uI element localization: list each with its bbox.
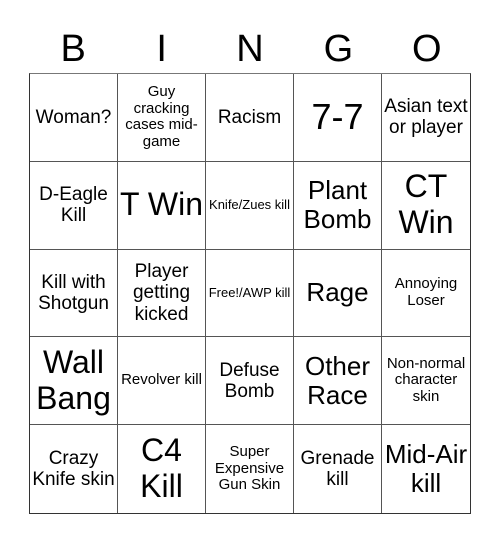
bingo-cell[interactable]: Other Race bbox=[294, 337, 382, 426]
bingo-cell[interactable]: Rage bbox=[294, 249, 382, 338]
bingo-cell-text: CT Win bbox=[398, 168, 454, 241]
bingo-cell[interactable]: Defuse Bomb bbox=[206, 337, 294, 426]
bingo-cell-text: Guy cracking cases mid-game bbox=[125, 82, 198, 151]
bingo-cell[interactable]: Revolver kill bbox=[118, 337, 206, 426]
bingo-cell[interactable]: Knife/Zues kill bbox=[206, 161, 294, 250]
bingo-cell-text: C4 Kill bbox=[140, 432, 183, 505]
bingo-cell[interactable]: CT Win bbox=[382, 162, 470, 250]
bingo-cell[interactable]: Kill with Shotgun bbox=[30, 249, 118, 338]
bingo-cell[interactable]: Free!/AWP kill bbox=[206, 249, 294, 338]
bingo-cell-text: Mid-Air kill bbox=[384, 438, 468, 499]
bingo-cell[interactable]: Super Expensive Gun Skin bbox=[206, 425, 294, 513]
bingo-cell-text: Asian text or player bbox=[384, 96, 468, 139]
bingo-cell[interactable]: Wall Bang bbox=[30, 337, 118, 426]
bingo-cell[interactable]: D-Eagle Kill bbox=[30, 161, 118, 250]
bingo-cell-text: Plant Bomb bbox=[303, 175, 372, 235]
bingo-cell-text: Player getting kicked bbox=[132, 261, 191, 325]
bingo-cell-text: T Win bbox=[120, 186, 203, 223]
bingo-cell[interactable]: Woman? bbox=[30, 74, 118, 162]
bingo-cell-text: Rage bbox=[306, 277, 369, 308]
bingo-board: Woman? Guy cracking cases mid-game Racism 7… bbox=[29, 73, 471, 514]
header-letter-i: I bbox=[156, 28, 167, 70]
bingo-cell-text: Annoying Loser bbox=[394, 275, 458, 309]
bingo-cell-text: Super Expensive Gun Skin bbox=[214, 442, 285, 494]
bingo-cell[interactable]: C4 Kill bbox=[118, 425, 206, 513]
bingo-cell-text: Racism bbox=[217, 106, 282, 128]
bingo-cell[interactable]: 7-7 bbox=[294, 74, 382, 162]
bingo-cell-text: D-Eagle Kill bbox=[39, 183, 108, 227]
bingo-cell[interactable]: Plant Bomb bbox=[294, 161, 382, 250]
bingo-cell-text: Other Race bbox=[304, 350, 371, 410]
bingo-cell[interactable]: Mid-Air kill bbox=[382, 425, 470, 513]
bingo-cell-text: 7-7 bbox=[311, 96, 364, 138]
bingo-cell-text: Crazy Knife skin bbox=[32, 447, 115, 491]
bingo-cell[interactable]: Racism bbox=[206, 74, 294, 162]
bingo-cell-text: Revolver kill bbox=[121, 371, 202, 389]
bingo-cell[interactable]: Grenade kill bbox=[294, 425, 382, 513]
bingo-cell[interactable]: Annoying Loser bbox=[382, 250, 470, 338]
bingo-cell-text: Wall Bang bbox=[36, 343, 111, 416]
header-letter-o: O bbox=[412, 28, 442, 70]
header-letter-b: B bbox=[60, 28, 86, 70]
bingo-cell-text: Woman? bbox=[35, 106, 112, 128]
bingo-cell[interactable]: Guy cracking cases mid-game bbox=[118, 74, 206, 162]
bingo-header: B I N G O bbox=[29, 26, 471, 72]
bingo-cell[interactable]: Non-normal character skin bbox=[382, 337, 470, 426]
bingo-cell-text: Kill with Shotgun bbox=[38, 271, 109, 314]
bingo-cell-text: Free!/AWP kill bbox=[208, 284, 291, 300]
header-letter-g: G bbox=[323, 28, 354, 70]
bingo-cell-text: Knife/Zues kill bbox=[209, 196, 290, 212]
bingo-cell-text: Defuse Bomb bbox=[219, 359, 280, 402]
bingo-cell[interactable]: Player getting kicked bbox=[118, 249, 206, 338]
bingo-cell[interactable]: Asian text or player bbox=[382, 74, 470, 162]
bingo-cell[interactable]: T Win bbox=[118, 161, 206, 250]
bingo-cell[interactable]: Crazy Knife skin bbox=[30, 425, 118, 513]
bingo-cell-text: Grenade kill bbox=[300, 447, 375, 491]
bingo-cell-text: Non-normal character skin bbox=[386, 354, 466, 406]
header-letter-n: N bbox=[236, 28, 264, 70]
